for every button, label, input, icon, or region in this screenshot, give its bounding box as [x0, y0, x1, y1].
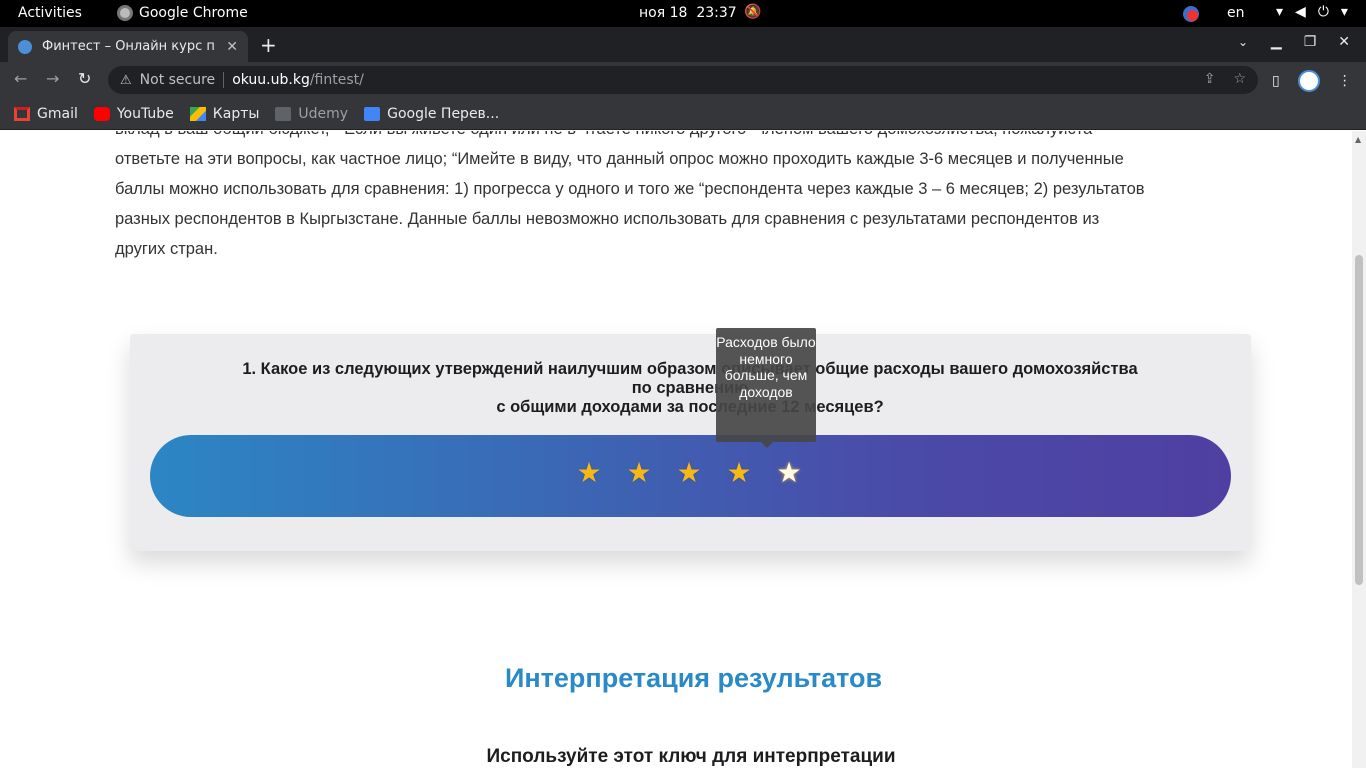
scroll-up-icon[interactable]: ▲ [1355, 135, 1361, 144]
rating-tooltip: Расходов было немного больше, чем доходо… [716, 328, 816, 448]
screen-record-icon[interactable] [1183, 6, 1199, 22]
page-scrollbar[interactable]: ▲ [1352, 131, 1366, 768]
activities-button[interactable]: Activities [18, 5, 82, 21]
bookmark-udemy[interactable]: Udemy [275, 106, 348, 122]
toolbar-right: ▯ ⋮ [1272, 70, 1352, 92]
bookmark-gmail[interactable]: Gmail [14, 106, 78, 122]
security-label[interactable]: Not secure [140, 72, 216, 88]
chrome-icon [117, 5, 133, 21]
new-tab-button[interactable]: + [260, 33, 277, 57]
gmail-icon [14, 106, 30, 121]
bookmark-label: Google Перев... [387, 105, 500, 122]
star-icon[interactable]: ★ [724, 458, 754, 488]
tab-favicon-icon [18, 39, 32, 54]
url-host: okuu.ub.kg [232, 72, 310, 88]
rating-bar: ★ ★ ★ ★ ★ [150, 435, 1231, 517]
section-subtitle: Используйте этот ключ для интерпретации [486, 746, 896, 767]
system-top-bar: Activities Google Chrome ноя 18 23:37 🔕 … [0, 0, 1366, 27]
system-status-area[interactable]: ▾ ◀ ⏻ ▾ [1276, 4, 1348, 20]
url-path: /fintest/ [309, 72, 364, 88]
star-rating: ★ ★ ★ ★ ★ [574, 458, 804, 488]
star-icon[interactable]: ★ [674, 458, 704, 488]
youtube-icon [93, 106, 110, 121]
maximize-icon[interactable]: ❐ [1304, 34, 1317, 50]
question-text: 1. Какое из следующих утверждений наилуч… [200, 360, 1180, 417]
bookmark-youtube[interactable]: YouTube [93, 105, 174, 122]
intro-text: вклад в ваш общий бюджет, “ Если вы живе… [115, 131, 1245, 264]
tab-search-icon[interactable]: ⌄ [1238, 35, 1248, 49]
menu-kebab-icon[interactable]: ⋮ [1338, 73, 1352, 89]
folder-icon [275, 106, 292, 121]
address-bar[interactable]: ⚠ Not secure okuu.ub.kg/fintest/ ⇪ ☆ [108, 66, 1258, 94]
question-card: 1. Какое из следующих утверждений наилуч… [130, 334, 1251, 551]
tab-title: Финтест – Онлайн курс п [42, 39, 215, 54]
bookmark-maps[interactable]: Карты [189, 105, 260, 122]
star-icon[interactable]: ★ [774, 458, 804, 488]
date: ноя 18 [639, 5, 688, 21]
warning-icon[interactable]: ⚠ [120, 73, 132, 88]
chevron-down-icon: ▾ [1340, 4, 1348, 20]
browser-tab[interactable]: Финтест – Онлайн курс п ✕ [8, 31, 248, 62]
intro-line: разных респондентов в Кыргызстане. Данны… [115, 210, 1100, 228]
app-name: Google Chrome [139, 5, 248, 21]
bookmark-label: Udemy [298, 105, 349, 122]
google-translate-icon [364, 106, 381, 121]
bookmark-google-translate[interactable]: Google Перев... [364, 106, 499, 122]
app-menu[interactable]: Google Chrome [117, 5, 248, 21]
reload-icon[interactable]: ↻ [78, 69, 91, 88]
question-line: 1. Какое из следующих утверждений наилуч… [242, 360, 1138, 378]
volume-icon: ◀ [1295, 4, 1306, 20]
divider [223, 72, 225, 88]
tab-strip: Финтест – Онлайн курс п ✕ + ⌄ ▁ ❐ ✕ [0, 27, 1366, 62]
close-window-icon[interactable]: ✕ [1338, 34, 1350, 50]
bookmark-label: Gmail [37, 105, 78, 122]
clock[interactable]: ноя 18 23:37 [639, 5, 737, 21]
window-controls: ▁ ❐ ✕ [1271, 34, 1350, 50]
tab-close-icon[interactable]: ✕ [226, 39, 238, 55]
bookmark-label: Карты [212, 105, 260, 122]
intro-line: вклад в ваш общий бюджет, “ Если вы живе… [115, 131, 1245, 144]
navigation-bar: ← → ↻ ⚠ Not secure okuu.ub.kg/fintest/ ⇪… [0, 62, 1366, 98]
minimize-icon[interactable]: ▁ [1271, 34, 1282, 50]
power-icon: ⏻ [1317, 4, 1329, 20]
wifi-icon: ▾ [1276, 4, 1284, 20]
back-arrow-icon[interactable]: ← [14, 69, 27, 88]
question-line: с общими доходами за последние 12 месяце… [496, 398, 884, 416]
intro-line: баллы можно использовать для сравнения: … [115, 180, 1145, 198]
bookmarks-bar: Gmail YouTube Карты Udemy Google Перев..… [0, 98, 1366, 130]
profile-avatar[interactable] [1297, 70, 1320, 92]
bookmark-star-icon[interactable]: ☆ [1233, 71, 1246, 87]
scrollbar-thumb[interactable] [1355, 255, 1363, 585]
intro-line: ответьте на эти вопросы, как частное лиц… [115, 150, 1124, 168]
star-icon[interactable]: ★ [574, 458, 604, 488]
question-line: по сравнению [631, 379, 749, 397]
share-icon[interactable]: ⇪ [1204, 71, 1216, 87]
omnibox-actions: ⇪ ☆ [1204, 71, 1246, 87]
section-title: Интерпретация результатов [504, 663, 883, 693]
maps-icon [189, 106, 206, 121]
notifications-muted-icon: 🔕 [744, 4, 762, 20]
star-icon[interactable]: ★ [624, 458, 654, 488]
time: 23:37 [696, 5, 737, 21]
intro-line: других стран. [115, 240, 218, 258]
forward-arrow-icon[interactable]: → [46, 69, 59, 88]
side-panel-icon[interactable]: ▯ [1272, 73, 1280, 89]
keyboard-layout-indicator[interactable]: en [1227, 5, 1245, 21]
page-content: вклад в ваш общий бюджет, “ Если вы живе… [0, 131, 1352, 768]
bookmark-label: YouTube [116, 105, 174, 122]
